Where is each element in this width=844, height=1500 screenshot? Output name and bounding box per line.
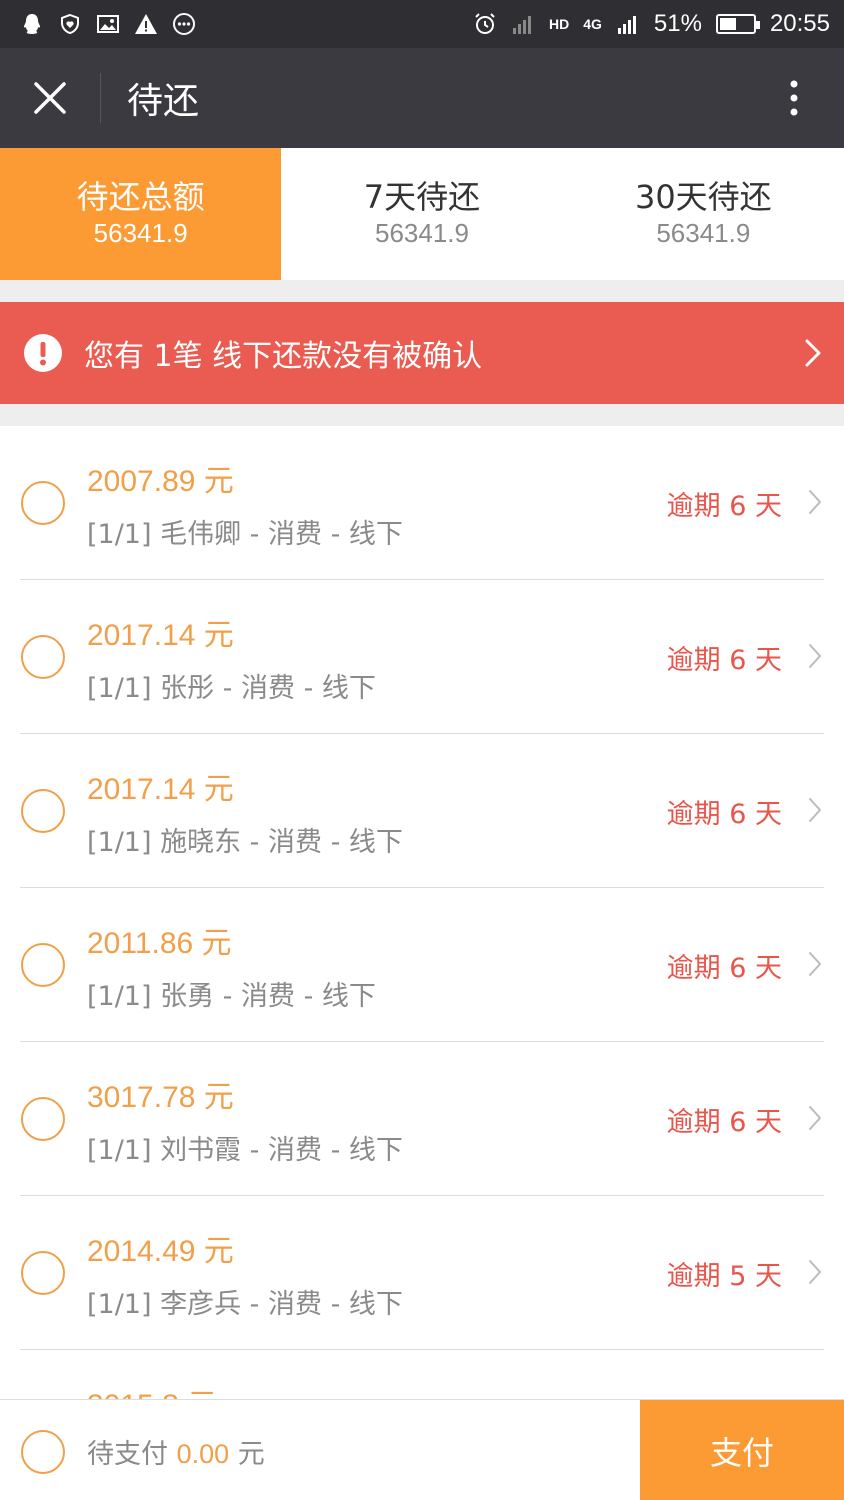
page-title: 待还: [127, 81, 200, 122]
select-radio[interactable]: [21, 1251, 65, 1295]
pending-payment: 待支付 0.00 元: [87, 1432, 265, 1471]
hd-indicator: HD: [548, 16, 570, 32]
item-description: [1/1] 张勇 - 消费 - 线下: [87, 981, 376, 1012]
chevron-right-icon: [809, 952, 821, 976]
image-icon: [96, 12, 120, 36]
repayment-list: 2007.89 元 [1/1] 毛伟卿 - 消费 - 线下 逾期 6 天 201…: [0, 426, 844, 1400]
battery-fill: [719, 18, 737, 30]
bottom-bar: 待支付 0.00 元 支付: [0, 1399, 844, 1500]
item-description: [1/1] 李彦兵 - 消费 - 线下: [87, 1289, 403, 1320]
more-menu-button[interactable]: [774, 78, 814, 118]
item-amount: 2011.86 元: [87, 927, 232, 960]
alarm-icon: [473, 12, 497, 36]
tab-30-days[interactable]: 30天待还 56341.9: [563, 148, 844, 280]
pending-label: 待支付: [87, 1439, 168, 1470]
select-radio[interactable]: [21, 789, 65, 833]
overdue-status: 逾期 6 天: [666, 491, 782, 522]
network-type: 4G: [583, 16, 602, 32]
item-amount: 2017.14 元: [87, 773, 234, 806]
unconfirmed-payment-alert[interactable]: 您有 1笔 线下还款没有被确认: [0, 302, 844, 404]
tab-label: 待还总额: [76, 178, 205, 216]
list-item[interactable]: 3015.8 元: [0, 1350, 844, 1400]
item-amount: 2017.14 元: [87, 619, 234, 652]
item-description: [1/1] 张彤 - 消费 - 线下: [87, 673, 376, 704]
tab-total[interactable]: 待还总额 56341.9: [0, 148, 282, 280]
tab-value: 56341.9: [375, 218, 469, 248]
list-item[interactable]: 2017.14 元 [1/1] 张彤 - 消费 - 线下 逾期 6 天: [0, 580, 844, 734]
item-amount: 2007.89 元: [87, 465, 234, 498]
tab-value: 56341.9: [93, 218, 188, 248]
list-item[interactable]: 2017.14 元 [1/1] 施晓东 - 消费 - 线下 逾期 6 天: [0, 734, 844, 888]
qq-icon: [20, 12, 44, 36]
list-item[interactable]: 2007.89 元 [1/1] 毛伟卿 - 消费 - 线下 逾期 6 天: [0, 426, 844, 580]
shield-heart-icon: [58, 12, 82, 36]
alert-text: 您有 1笔 线下还款没有被确认: [84, 339, 483, 374]
overdue-status: 逾期 6 天: [666, 799, 782, 830]
select-radio[interactable]: [21, 635, 65, 679]
chevron-right-icon: [809, 644, 821, 668]
tab-7-days[interactable]: 7天待还 56341.9: [281, 148, 562, 280]
page: HD 4G 51% 20:55 待还 待还总额 56341.9 7天待还 563…: [0, 0, 844, 1500]
pending-unit: 元: [237, 1439, 265, 1470]
overdue-status: 逾期 6 天: [666, 1107, 782, 1138]
status-left-icons: [20, 12, 196, 36]
tab-label: 7天待还: [363, 178, 481, 216]
chevron-right-icon: [805, 339, 821, 367]
signal-icon: [511, 12, 535, 36]
status-right-icons: HD 4G 51% 20:55: [473, 10, 830, 38]
overdue-status: 逾期 6 天: [666, 953, 782, 984]
battery-icon: [715, 14, 760, 34]
pay-button[interactable]: 支付: [640, 1400, 844, 1500]
select-radio[interactable]: [21, 481, 65, 525]
item-amount: 2014.49 元: [87, 1235, 234, 1268]
item-description: [1/1] 刘书霞 - 消费 - 线下: [87, 1135, 403, 1166]
status-bar: HD 4G 51% 20:55: [0, 0, 844, 48]
title-divider: [100, 73, 101, 123]
summary-tabs: 待还总额 56341.9 7天待还 56341.9 30天待还 56341.9: [0, 148, 844, 280]
tab-value: 56341.9: [656, 218, 751, 248]
pending-amount: 0.00: [176, 1439, 230, 1469]
battery-percent: 51%: [653, 10, 702, 37]
item-description: [1/1] 施晓东 - 消费 - 线下: [87, 827, 403, 858]
select-radio[interactable]: [21, 943, 65, 987]
chevron-right-icon: [809, 1260, 821, 1284]
list-item[interactable]: 3017.78 元 [1/1] 刘书霞 - 消费 - 线下 逾期 6 天: [0, 1042, 844, 1196]
clock: 20:55: [769, 10, 830, 37]
chevron-right-icon: [809, 490, 821, 514]
warning-icon: [134, 12, 158, 36]
title-bar: 待还: [0, 48, 844, 148]
select-all-radio[interactable]: [21, 1430, 65, 1474]
select-radio[interactable]: [21, 1097, 65, 1141]
overdue-status: 逾期 6 天: [666, 645, 782, 676]
chevron-right-icon: [809, 1106, 821, 1130]
overdue-status: 逾期 5 天: [666, 1261, 782, 1292]
close-button[interactable]: [0, 48, 100, 148]
more-vertical-icon: [790, 80, 798, 116]
list-item[interactable]: 2014.49 元 [1/1] 李彦兵 - 消费 - 线下 逾期 5 天: [0, 1196, 844, 1350]
more-circle-icon: [172, 12, 196, 36]
cell-signal-icon: [616, 12, 640, 36]
list-item[interactable]: 2011.86 元 [1/1] 张勇 - 消费 - 线下 逾期 6 天: [0, 888, 844, 1042]
close-icon: [34, 82, 66, 114]
item-description: [1/1] 毛伟卿 - 消费 - 线下: [87, 519, 403, 550]
tab-label: 30天待还: [634, 178, 772, 216]
item-amount: 3015.8 元: [87, 1380, 217, 1400]
chevron-right-icon: [809, 798, 821, 822]
item-amount: 3017.78 元: [87, 1081, 234, 1114]
exclamation-icon: [24, 334, 62, 372]
